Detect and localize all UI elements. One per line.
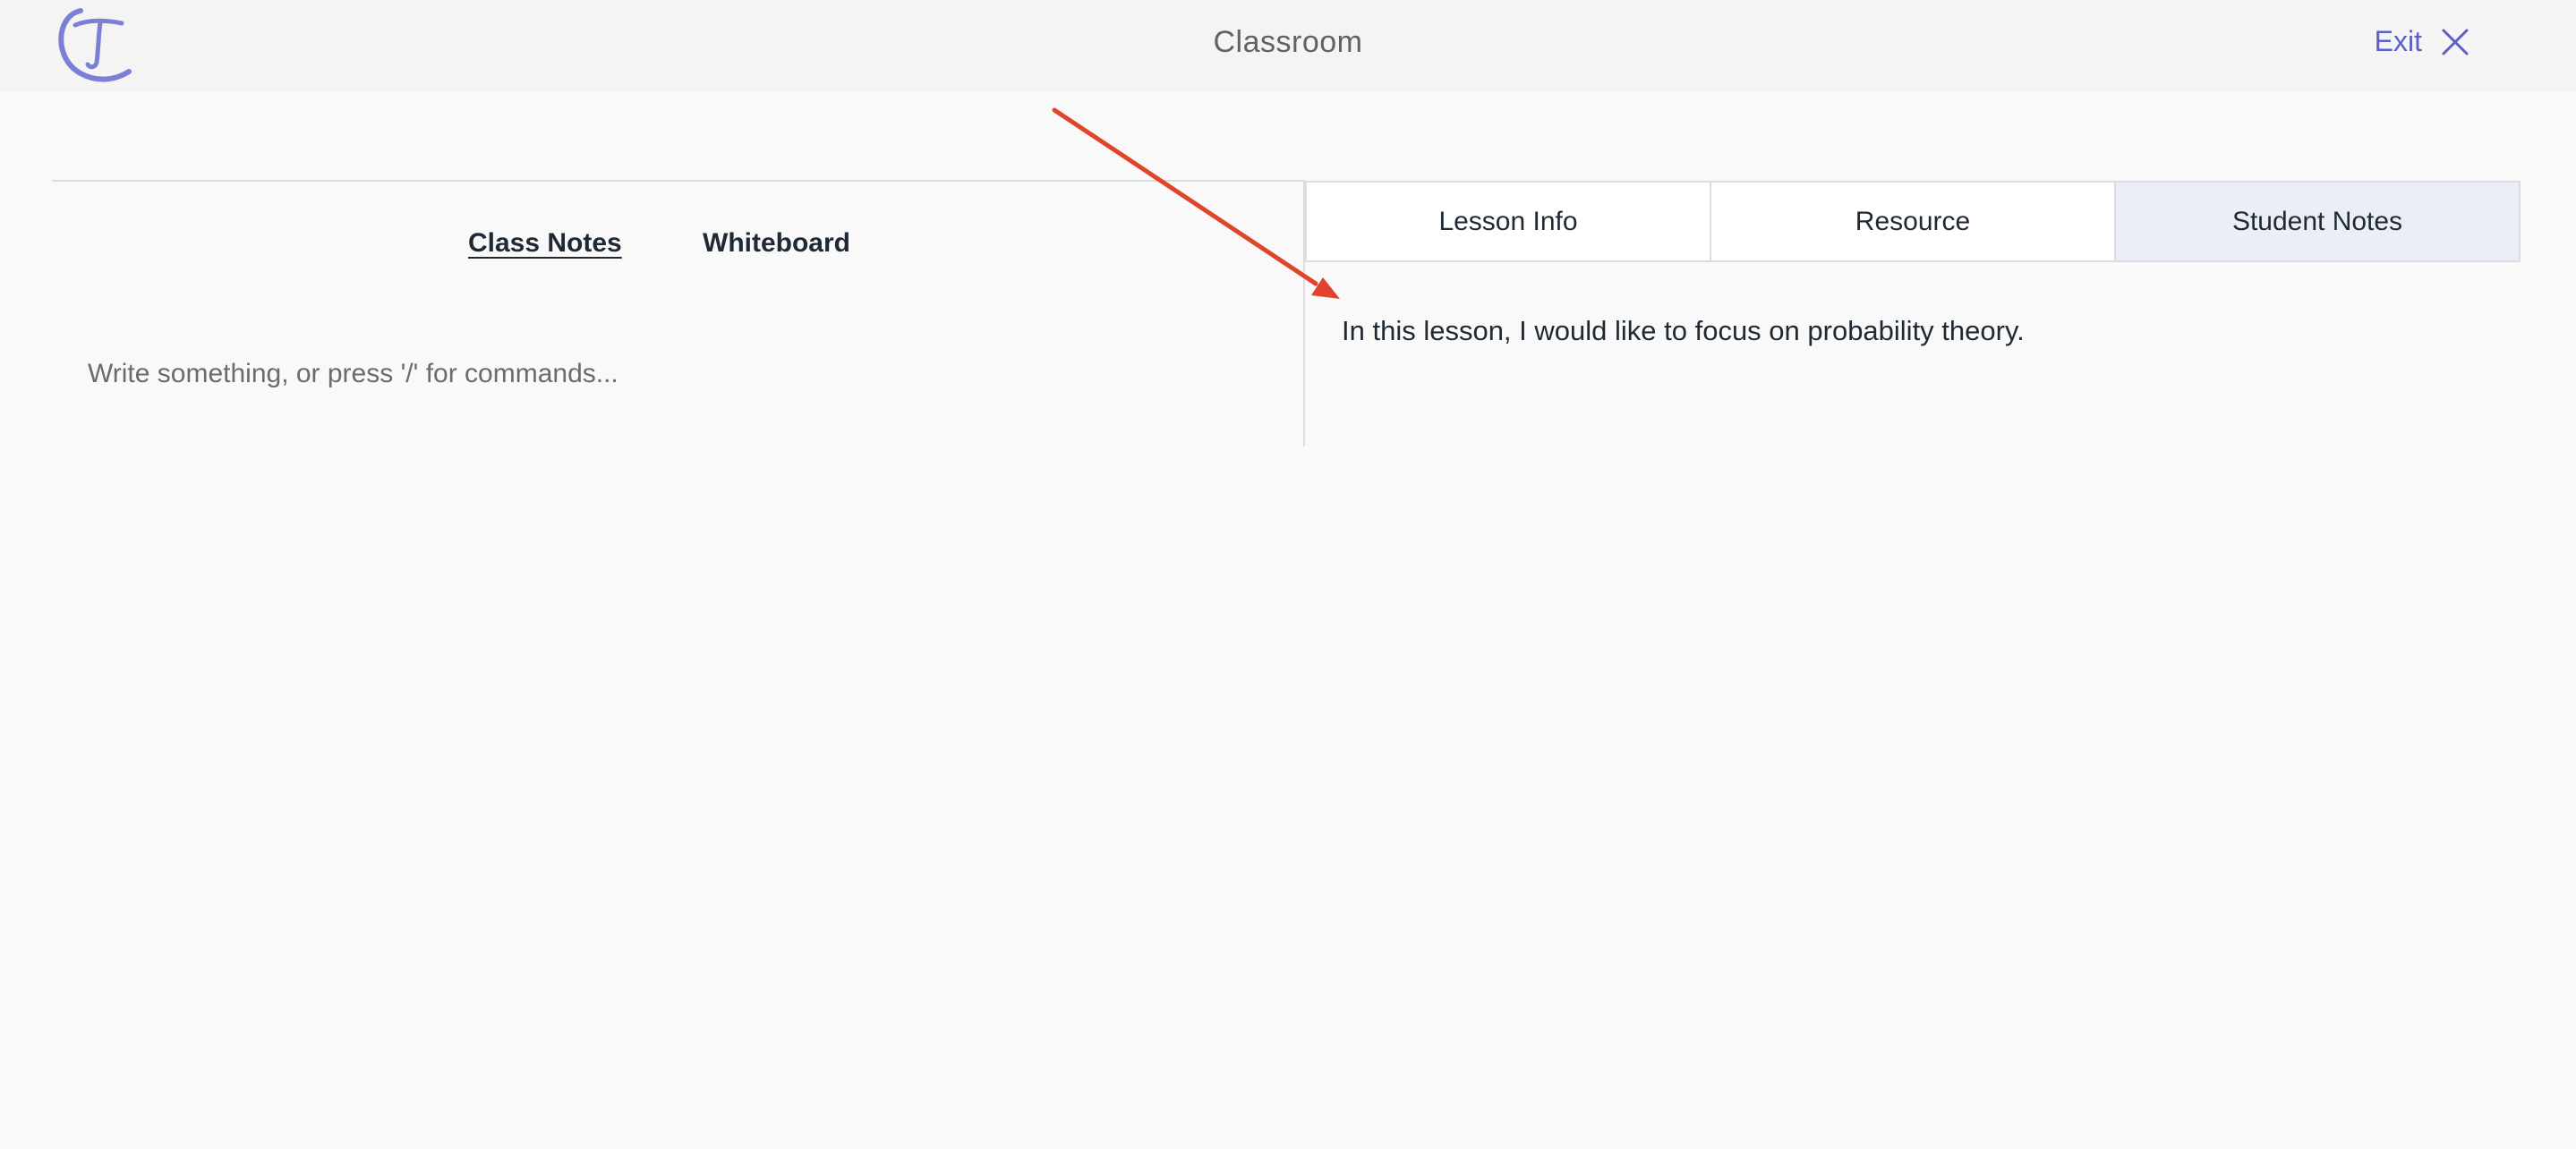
exit-label: Exit xyxy=(2374,25,2422,57)
right-tab-bar: Lesson Info Resource Student Notes xyxy=(1305,181,2521,262)
close-icon[interactable] xyxy=(2440,27,2470,57)
top-bar: Classroom Exit xyxy=(0,0,2576,91)
class-notes-panel: Class Notes Whiteboard xyxy=(52,180,1305,447)
page-title: Classroom xyxy=(1213,25,1363,59)
tab-class-notes[interactable]: Class Notes xyxy=(468,228,622,259)
notes-editor-input[interactable] xyxy=(88,359,1251,389)
tab-whiteboard[interactable]: Whiteboard xyxy=(703,228,850,259)
tab-student-notes[interactable]: Student Notes xyxy=(2116,183,2519,260)
student-note-text: In this lesson, I would like to focus on… xyxy=(1342,315,2025,346)
tab-lesson-info[interactable]: Lesson Info xyxy=(1307,183,1711,260)
annotation-arrow xyxy=(1052,107,1340,299)
exit-button[interactable]: Exit xyxy=(2375,25,2470,58)
tab-resource[interactable]: Resource xyxy=(1711,183,2116,260)
